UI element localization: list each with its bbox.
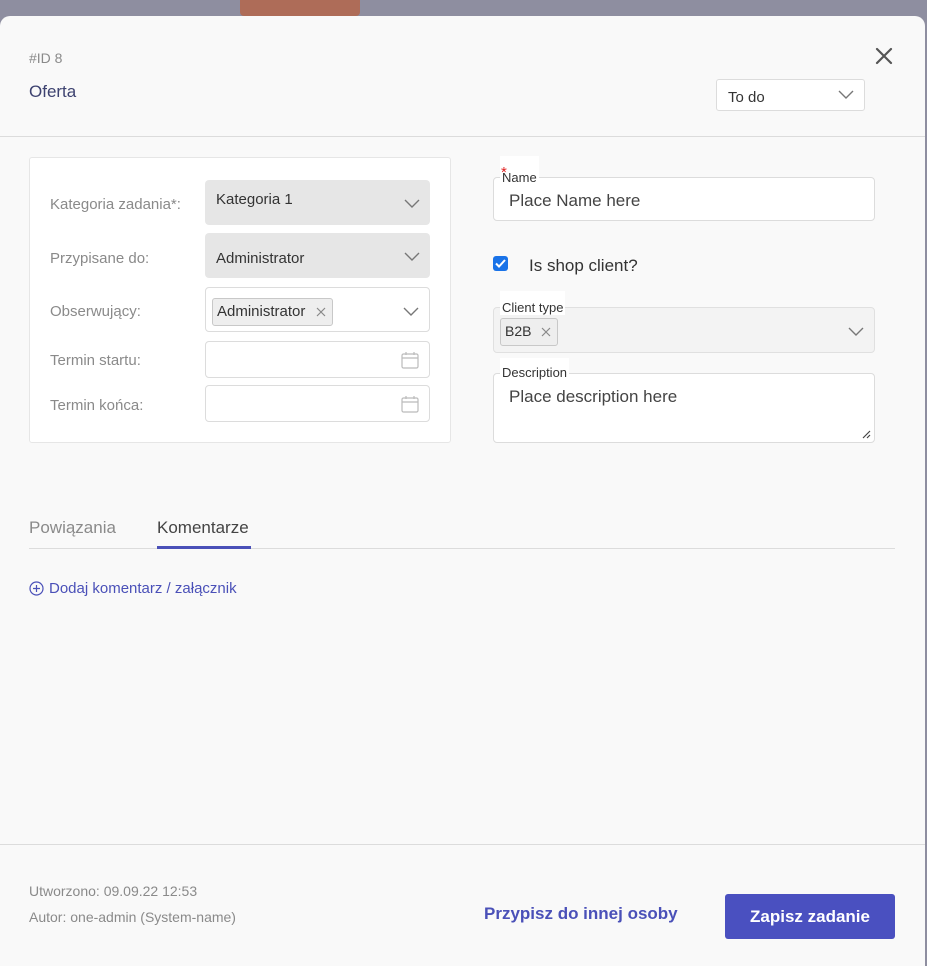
chevron-down-icon xyxy=(404,199,420,208)
client-type-label: Client type xyxy=(500,291,566,315)
description-label: Description xyxy=(500,358,570,380)
observer-tag-label: Administrator xyxy=(217,303,306,320)
header-divider xyxy=(0,136,925,137)
author-info: Autor: one-admin (System-name) xyxy=(29,909,236,925)
close-icon xyxy=(875,47,893,65)
save-task-button[interactable]: Zapisz zadanie xyxy=(725,894,895,939)
add-comment-link[interactable]: Dodaj komentarz / załącznik xyxy=(29,580,237,597)
status-select-value: To do xyxy=(728,89,765,106)
assigned-label: Przypisane do: xyxy=(50,250,150,267)
shop-client-label: Is shop client? xyxy=(529,256,638,275)
resize-handle-icon[interactable] xyxy=(861,429,871,439)
name-input[interactable]: Place Name here xyxy=(493,177,875,221)
remove-tag-icon[interactable] xyxy=(541,327,551,337)
created-info: Utworzono: 09.09.22 12:53 xyxy=(29,883,198,899)
chevron-down-icon xyxy=(403,307,419,316)
chevron-down-icon xyxy=(404,252,420,261)
chevron-down-icon xyxy=(848,327,864,336)
task-id: #ID 8 xyxy=(29,50,63,66)
name-label-text: Name xyxy=(502,170,537,185)
task-modal: #ID 8 Oferta To do Kategoria zadania*: K… xyxy=(0,16,925,966)
remove-tag-icon[interactable] xyxy=(316,307,326,317)
name-label: * Name xyxy=(500,156,539,185)
observers-label: Obserwujący: xyxy=(50,303,141,320)
check-icon xyxy=(495,259,506,268)
chevron-down-icon xyxy=(838,90,854,99)
assign-other-button[interactable]: Przypisz do innej osoby xyxy=(484,904,678,924)
shop-client-checkbox[interactable] xyxy=(493,256,508,271)
name-placeholder: Place Name here xyxy=(509,191,641,210)
observer-tag: Administrator xyxy=(212,298,333,326)
client-type-tag-label: B2B xyxy=(505,323,532,339)
close-button[interactable] xyxy=(872,44,896,68)
end-date-input[interactable] xyxy=(205,385,430,422)
tab-komentarze[interactable]: Komentarze xyxy=(157,518,249,538)
task-details-panel: Kategoria zadania*: Kategoria 1 Przypisa… xyxy=(29,157,451,443)
client-type-tag: B2B xyxy=(500,318,559,346)
start-date-label: Termin startu: xyxy=(50,352,141,369)
background-app-strip xyxy=(240,0,360,16)
active-tab-indicator xyxy=(157,546,251,549)
calendar-icon[interactable] xyxy=(401,351,419,369)
observers-select[interactable]: Administrator xyxy=(205,287,430,332)
status-select[interactable]: To do xyxy=(716,79,865,111)
assigned-select[interactable]: Administrator xyxy=(205,233,430,278)
assigned-select-value: Administrator xyxy=(216,250,305,267)
description-textarea[interactable]: Place description here xyxy=(493,373,875,443)
required-mark: * xyxy=(501,164,507,181)
footer-divider xyxy=(0,844,925,845)
category-select-value: Kategoria 1 xyxy=(216,191,293,208)
calendar-icon[interactable] xyxy=(401,395,419,413)
category-label: Kategoria zadania*: xyxy=(50,196,181,213)
start-date-input[interactable] xyxy=(205,341,430,378)
tab-powiazania[interactable]: Powiązania xyxy=(29,518,116,538)
plus-circle-icon xyxy=(29,581,44,596)
task-title: Oferta xyxy=(29,82,77,101)
description-placeholder: Place description here xyxy=(509,387,678,406)
add-comment-label: Dodaj komentarz / załącznik xyxy=(49,580,237,597)
category-select[interactable]: Kategoria 1 xyxy=(205,180,430,225)
end-date-label: Termin końca: xyxy=(50,397,144,414)
